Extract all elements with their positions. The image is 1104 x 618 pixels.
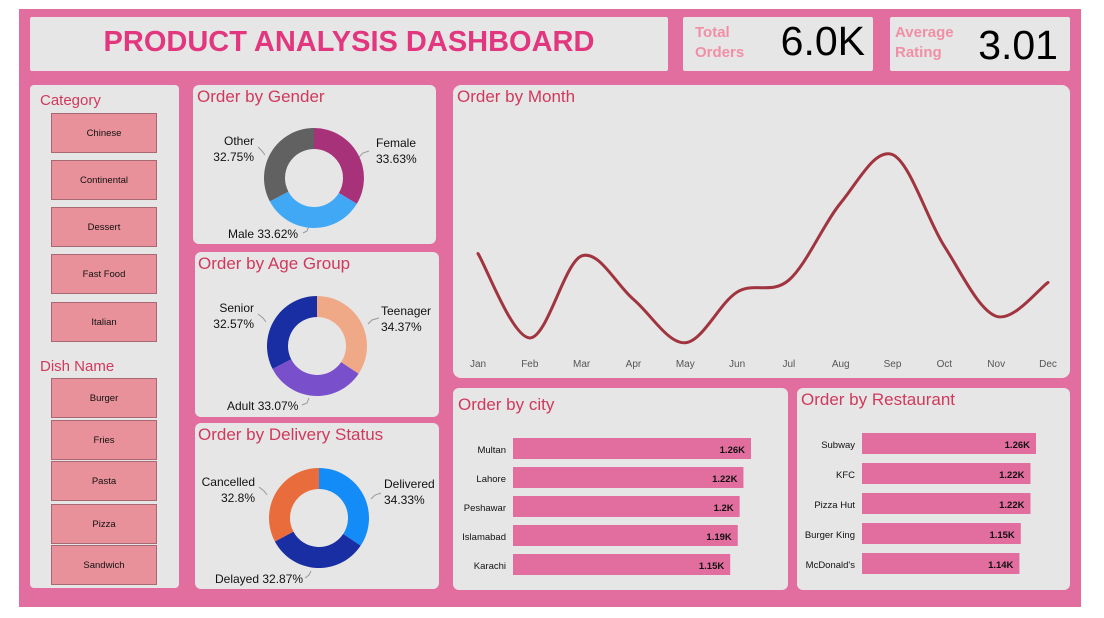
- slicer-item-dessert[interactable]: Dessert: [51, 207, 157, 247]
- month-chart-card: Order by Month Jan Feb Mar Apr May Jun Jul Aug S…: [453, 85, 1070, 378]
- bar-data-label: 1.22K: [712, 474, 737, 485]
- donut-label: Other 32.75%: [213, 134, 254, 164]
- bar-category-label: KFC: [836, 470, 855, 481]
- x-tick-label: Dec: [1039, 359, 1057, 370]
- line-series-orders[interactable]: [476, 152, 1050, 345]
- kpi-label: Total Orders: [695, 24, 745, 61]
- bar-category-label: Subway: [821, 440, 855, 451]
- donut-label: Teenager 34.37%: [381, 304, 432, 334]
- donut-slice-male[interactable]: [269, 191, 357, 228]
- x-tick-label: Sep: [884, 359, 902, 370]
- dish-slicer-title: Dish Name: [40, 358, 115, 375]
- category-slicer-title: Category: [40, 92, 101, 109]
- donut-slice-teenager[interactable]: [317, 296, 367, 374]
- slicer-panel: Category Chinese Continental Dessert Fas…: [30, 85, 179, 588]
- restaurant-bar-chart: Subway 1.26K KFC 1.22K Pizza Hut 1.22K Burger …: [805, 433, 1036, 574]
- age-group-chart-card: Order by Age Group Teenager 34.37% Adult …: [195, 252, 439, 417]
- kpi-label: Average Rating: [895, 24, 954, 61]
- donut-slice-other[interactable]: [264, 128, 314, 202]
- city-chart-card: Order by city Multan 1.26K Lahore 1.22K Pesh…: [453, 388, 788, 590]
- delivery-status-chart-card: Order by Delivery Status Delivered 34.33%…: [195, 423, 439, 589]
- city-bar-chart: Multan 1.26K Lahore 1.22K Peshawar 1.2K Islama…: [462, 438, 751, 575]
- bar-data-label: 1.14K: [988, 560, 1013, 571]
- donut-label: Senior 32.57%: [213, 301, 254, 331]
- x-tick-label: Jan: [470, 359, 486, 370]
- bar-category-label: Burger King: [805, 530, 855, 541]
- slicer-item-chinese[interactable]: Chinese: [51, 113, 157, 153]
- donut-label: Delayed 32.87%: [215, 572, 304, 586]
- bar-category-label: Karachi: [474, 561, 506, 572]
- bar-data-label: 1.26K: [1005, 440, 1030, 451]
- x-tick-label: Nov: [987, 359, 1005, 370]
- donut-label: Delivered 34.33%: [384, 477, 435, 507]
- bar-category-label: Multan: [477, 445, 506, 456]
- bar-category-label: Lahore: [476, 474, 506, 485]
- slicer-item-italian[interactable]: Italian: [51, 302, 157, 342]
- kpi-value: 6.0K: [780, 18, 865, 64]
- title-card: PRODUCT ANALYSIS DASHBOARD: [30, 17, 668, 71]
- bar-data-label: 1.22K: [999, 470, 1024, 481]
- donut-slice-delivered[interactable]: [319, 468, 369, 546]
- bar-multan[interactable]: [513, 438, 751, 459]
- bar-peshawar[interactable]: [513, 496, 740, 517]
- month-line-chart: Jan Feb Mar Apr May Jun Jul Aug Sep Oct Nov Dec: [470, 152, 1057, 370]
- bar-category-label: Peshawar: [464, 503, 506, 514]
- donut-label: Male 33.62%: [228, 227, 299, 241]
- x-tick-label: Jul: [783, 359, 796, 370]
- bar-data-label: 1.15K: [699, 561, 724, 572]
- bar-data-label: 1.26K: [720, 445, 745, 456]
- slicer-item-pasta[interactable]: Pasta: [51, 461, 157, 501]
- bar-data-label: 1.22K: [999, 500, 1024, 511]
- bar-karachi[interactable]: [513, 554, 731, 575]
- donut-slice-senior[interactable]: [267, 296, 317, 369]
- slicer-item-fries[interactable]: Fries: [51, 420, 157, 460]
- slicer-item-sandwich[interactable]: Sandwich: [51, 545, 157, 585]
- x-tick-label: May: [676, 359, 695, 370]
- kpi-card-total-orders: Total Orders 6.0K: [683, 17, 873, 71]
- x-tick-label: Aug: [832, 359, 850, 370]
- donut-label: Female 33.63%: [376, 136, 417, 166]
- kpi-card-average-rating: Average Rating 3.01: [890, 17, 1070, 71]
- x-tick-label: Jun: [729, 359, 745, 370]
- slicer-item-burger[interactable]: Burger: [51, 378, 157, 418]
- bar-category-label: McDonald's: [806, 560, 856, 571]
- slicer-item-pizza[interactable]: Pizza: [51, 504, 157, 544]
- x-tick-label: Feb: [521, 359, 539, 370]
- donut-label: Cancelled 32.8%: [201, 475, 255, 505]
- bar-data-label: 1.19K: [706, 532, 731, 543]
- donut-slice-female[interactable]: [314, 128, 364, 204]
- page-title: PRODUCT ANALYSIS DASHBOARD: [103, 26, 595, 58]
- donut-label: Adult 33.07%: [227, 399, 299, 413]
- bar-data-label: 1.2K: [714, 503, 734, 514]
- bar-category-label: Islamabad: [462, 532, 506, 543]
- restaurant-chart-card: Order by Restaurant Subway 1.26K KFC 1.22K P…: [797, 388, 1070, 590]
- x-tick-label: Mar: [573, 359, 591, 370]
- bar-category-label: Pizza Hut: [814, 500, 855, 511]
- x-tick-label: Oct: [937, 359, 953, 370]
- slicer-item-fast-food[interactable]: Fast Food: [51, 254, 157, 294]
- slicer-item-continental[interactable]: Continental: [51, 160, 157, 200]
- gender-chart-card: Order by Gender Female 33.63% Male 33.62%…: [193, 85, 436, 244]
- bar-lahore[interactable]: [513, 467, 744, 488]
- bar-data-label: 1.15K: [989, 530, 1014, 541]
- x-tick-label: Apr: [626, 359, 642, 370]
- donut-slice-cancelled[interactable]: [268, 468, 319, 542]
- bar-islamabad[interactable]: [513, 525, 738, 546]
- kpi-value: 3.01: [978, 22, 1058, 68]
